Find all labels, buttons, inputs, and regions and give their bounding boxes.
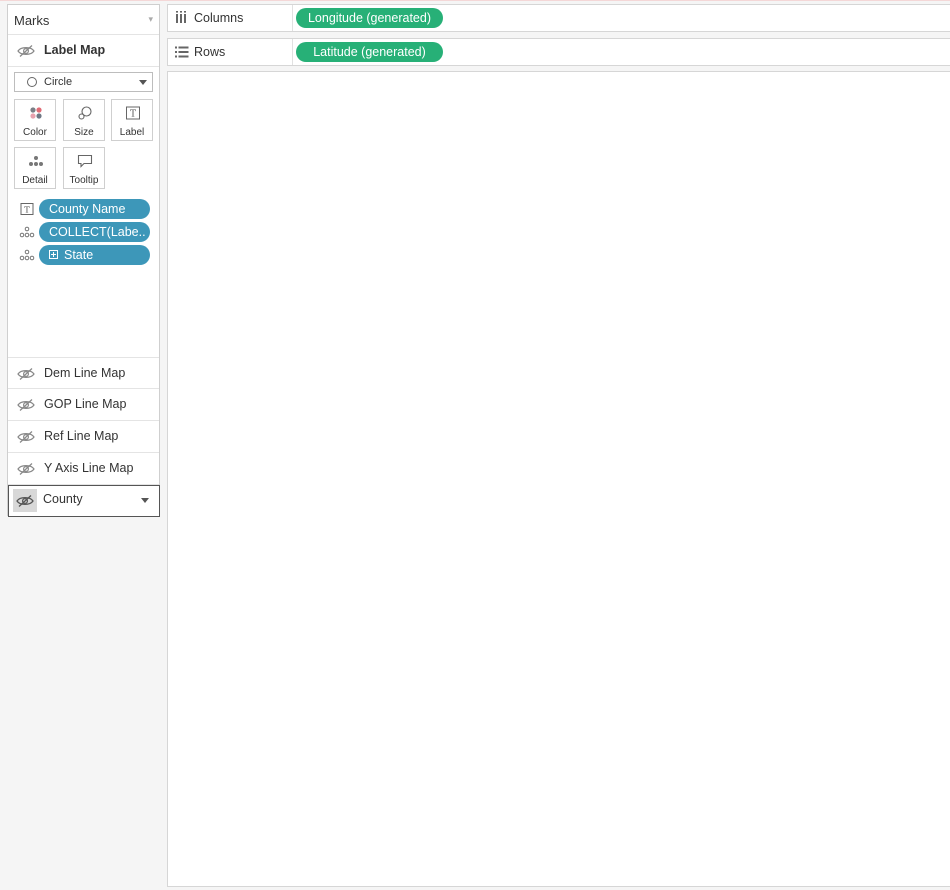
mark-field-row[interactable]: State [19, 245, 157, 265]
svg-text:T: T [24, 206, 30, 216]
layer-name: GOP Line Map [44, 397, 127, 411]
svg-text:T: T [130, 110, 136, 120]
eye-hidden-icon[interactable] [17, 367, 35, 381]
tooltip-button-label: Tooltip [69, 175, 99, 186]
shelf-divider [292, 39, 293, 65]
layer-name: County [43, 492, 83, 506]
layer-name: Label Map [44, 43, 106, 57]
layer-county[interactable]: County [8, 485, 160, 517]
marks-header: Marks ▾ [8, 5, 159, 35]
marks-menu-icon[interactable]: ▾ [148, 14, 153, 25]
mark-field-row[interactable]: COLLECT(Labe.. [19, 222, 157, 242]
expand-plus-icon[interactable] [49, 250, 58, 259]
field-pill[interactable]: State [39, 245, 150, 265]
marks-title: Marks [14, 13, 50, 28]
mark-type-label: Circle [44, 76, 73, 88]
layer-name: Dem Line Map [44, 366, 126, 380]
label-text-icon: T [126, 106, 140, 120]
color-button[interactable]: Color [14, 99, 56, 141]
layer-label-map[interactable]: Label Map [8, 35, 159, 67]
size-button[interactable]: Size [63, 99, 105, 141]
detail-dots-icon[interactable] [19, 248, 35, 262]
view-canvas[interactable] [167, 71, 950, 887]
columns-icon [176, 11, 186, 23]
eye-hidden-icon [16, 495, 34, 507]
layer-y-axis-line-map[interactable]: Y Axis Line Map [8, 453, 159, 485]
field-pill-label: State [64, 248, 94, 262]
tooltip-bubble-icon [77, 154, 93, 168]
mark-type-dropdown[interactable]: Circle [14, 72, 153, 92]
eye-hidden-icon[interactable] [17, 398, 35, 412]
eye-hidden-icon[interactable] [17, 462, 35, 476]
columns-label: Columns [194, 11, 244, 25]
color-dots-icon [30, 107, 42, 119]
detail-button-label: Detail [22, 175, 48, 186]
layer-gop-line-map[interactable]: GOP Line Map [8, 389, 159, 421]
layer-name: Ref Line Map [44, 429, 119, 443]
latitude-pill[interactable]: Latitude (generated) [296, 42, 443, 62]
rows-icon [175, 46, 189, 58]
label-button[interactable]: T Label [111, 99, 153, 141]
label-text-icon[interactable]: T [19, 202, 35, 216]
field-pill[interactable]: County Name [39, 199, 150, 219]
field-pill-label: COLLECT(Labe.. [49, 225, 146, 239]
marks-card: Marks ▾ Label Map Circle Color Size T La… [7, 4, 160, 516]
tooltip-button[interactable]: Tooltip [63, 147, 105, 189]
layer-ref-line-map[interactable]: Ref Line Map [8, 421, 159, 453]
window-top-edge [0, 0, 950, 1]
columns-shelf[interactable]: Columns Longitude (generated) [167, 4, 950, 32]
mark-field-row[interactable]: T County Name [19, 199, 157, 219]
eye-hidden-icon[interactable] [17, 430, 35, 444]
size-shapes-icon [78, 106, 92, 120]
chevron-down-icon [139, 80, 147, 85]
detail-button[interactable]: Detail [14, 147, 56, 189]
field-pill-label: County Name [49, 202, 126, 216]
rows-shelf[interactable]: Rows Latitude (generated) [167, 38, 950, 66]
circle-icon [27, 77, 37, 87]
detail-dots-icon [29, 156, 43, 166]
eye-hidden-icon[interactable] [17, 44, 35, 58]
shelf-divider [292, 5, 293, 31]
size-button-label: Size [74, 127, 94, 138]
layer-name: Y Axis Line Map [44, 461, 134, 475]
rows-label: Rows [194, 45, 226, 59]
eye-toggle[interactable] [13, 489, 37, 512]
longitude-pill[interactable]: Longitude (generated) [296, 8, 443, 28]
detail-dots-icon[interactable] [19, 225, 35, 239]
layer-dem-line-map[interactable]: Dem Line Map [8, 357, 159, 389]
label-button-label: Label [119, 127, 145, 138]
chevron-down-icon[interactable] [141, 498, 149, 503]
color-button-label: Color [23, 127, 47, 138]
field-pill[interactable]: COLLECT(Labe.. [39, 222, 150, 242]
